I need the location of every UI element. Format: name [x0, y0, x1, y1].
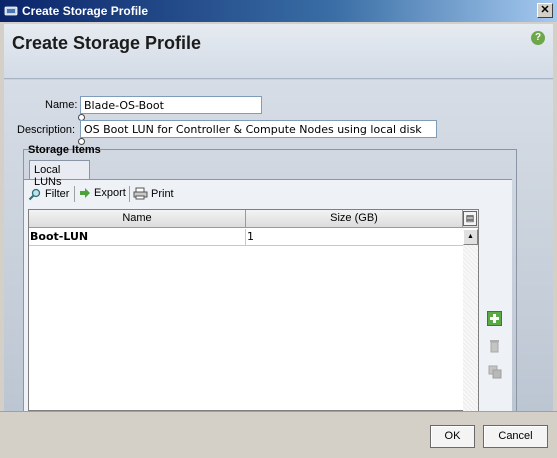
export-icon: [80, 188, 90, 198]
window-titlebar[interactable]: Create Storage Profile ✕: [0, 0, 557, 22]
export-button[interactable]: Export: [79, 187, 126, 199]
storage-items-title: Storage Items: [28, 144, 101, 156]
column-chooser-icon[interactable]: ▤: [463, 211, 477, 226]
toolbar-separator: [129, 186, 130, 202]
filter-icon: [28, 188, 41, 201]
close-icon: ✕: [540, 4, 550, 16]
close-button[interactable]: ✕: [537, 3, 553, 18]
app-icon: [4, 6, 18, 16]
print-icon: [133, 187, 148, 200]
print-button[interactable]: Print: [133, 187, 174, 200]
description-label: Description:: [17, 124, 76, 136]
scroll-up-icon[interactable]: ▲: [463, 229, 478, 245]
tab-local-luns[interactable]: Local LUNs: [29, 160, 90, 188]
name-label: Name:: [45, 99, 78, 111]
vertical-scrollbar[interactable]: ▲: [463, 229, 478, 411]
filter-label: Filter: [45, 188, 70, 200]
toolbar-separator: [74, 186, 75, 202]
help-icon[interactable]: ?: [531, 31, 545, 45]
ok-button[interactable]: OK: [430, 425, 475, 448]
column-header-size[interactable]: Size (GB): [246, 210, 463, 228]
lun-table: Name Size (GB) ▤ Boot-LUN 1 ▲: [28, 209, 479, 411]
filter-button[interactable]: Filter: [28, 187, 69, 201]
column-header-name[interactable]: Name: [29, 210, 246, 228]
delete-icon[interactable]: [487, 338, 502, 353]
export-label: Export: [94, 187, 126, 199]
cancel-button[interactable]: Cancel: [483, 425, 548, 448]
name-field[interactable]: Blade-OS-Boot: [80, 96, 262, 114]
window-title: Create Storage Profile: [22, 4, 149, 18]
cell-name[interactable]: Boot-LUN: [29, 229, 246, 246]
description-field[interactable]: OS Boot LUN for Controller & Compute Nod…: [80, 120, 437, 138]
cell-size[interactable]: 1: [246, 229, 463, 246]
table-row[interactable]: Boot-LUN 1: [29, 229, 463, 246]
print-label: Print: [151, 187, 174, 200]
page-title: Create Storage Profile: [12, 33, 202, 53]
dialog-header: Create Storage Profile ?: [4, 24, 553, 79]
table-header: Name Size (GB) ▤: [29, 210, 478, 228]
add-icon[interactable]: [487, 311, 502, 326]
properties-icon[interactable]: [487, 364, 502, 379]
